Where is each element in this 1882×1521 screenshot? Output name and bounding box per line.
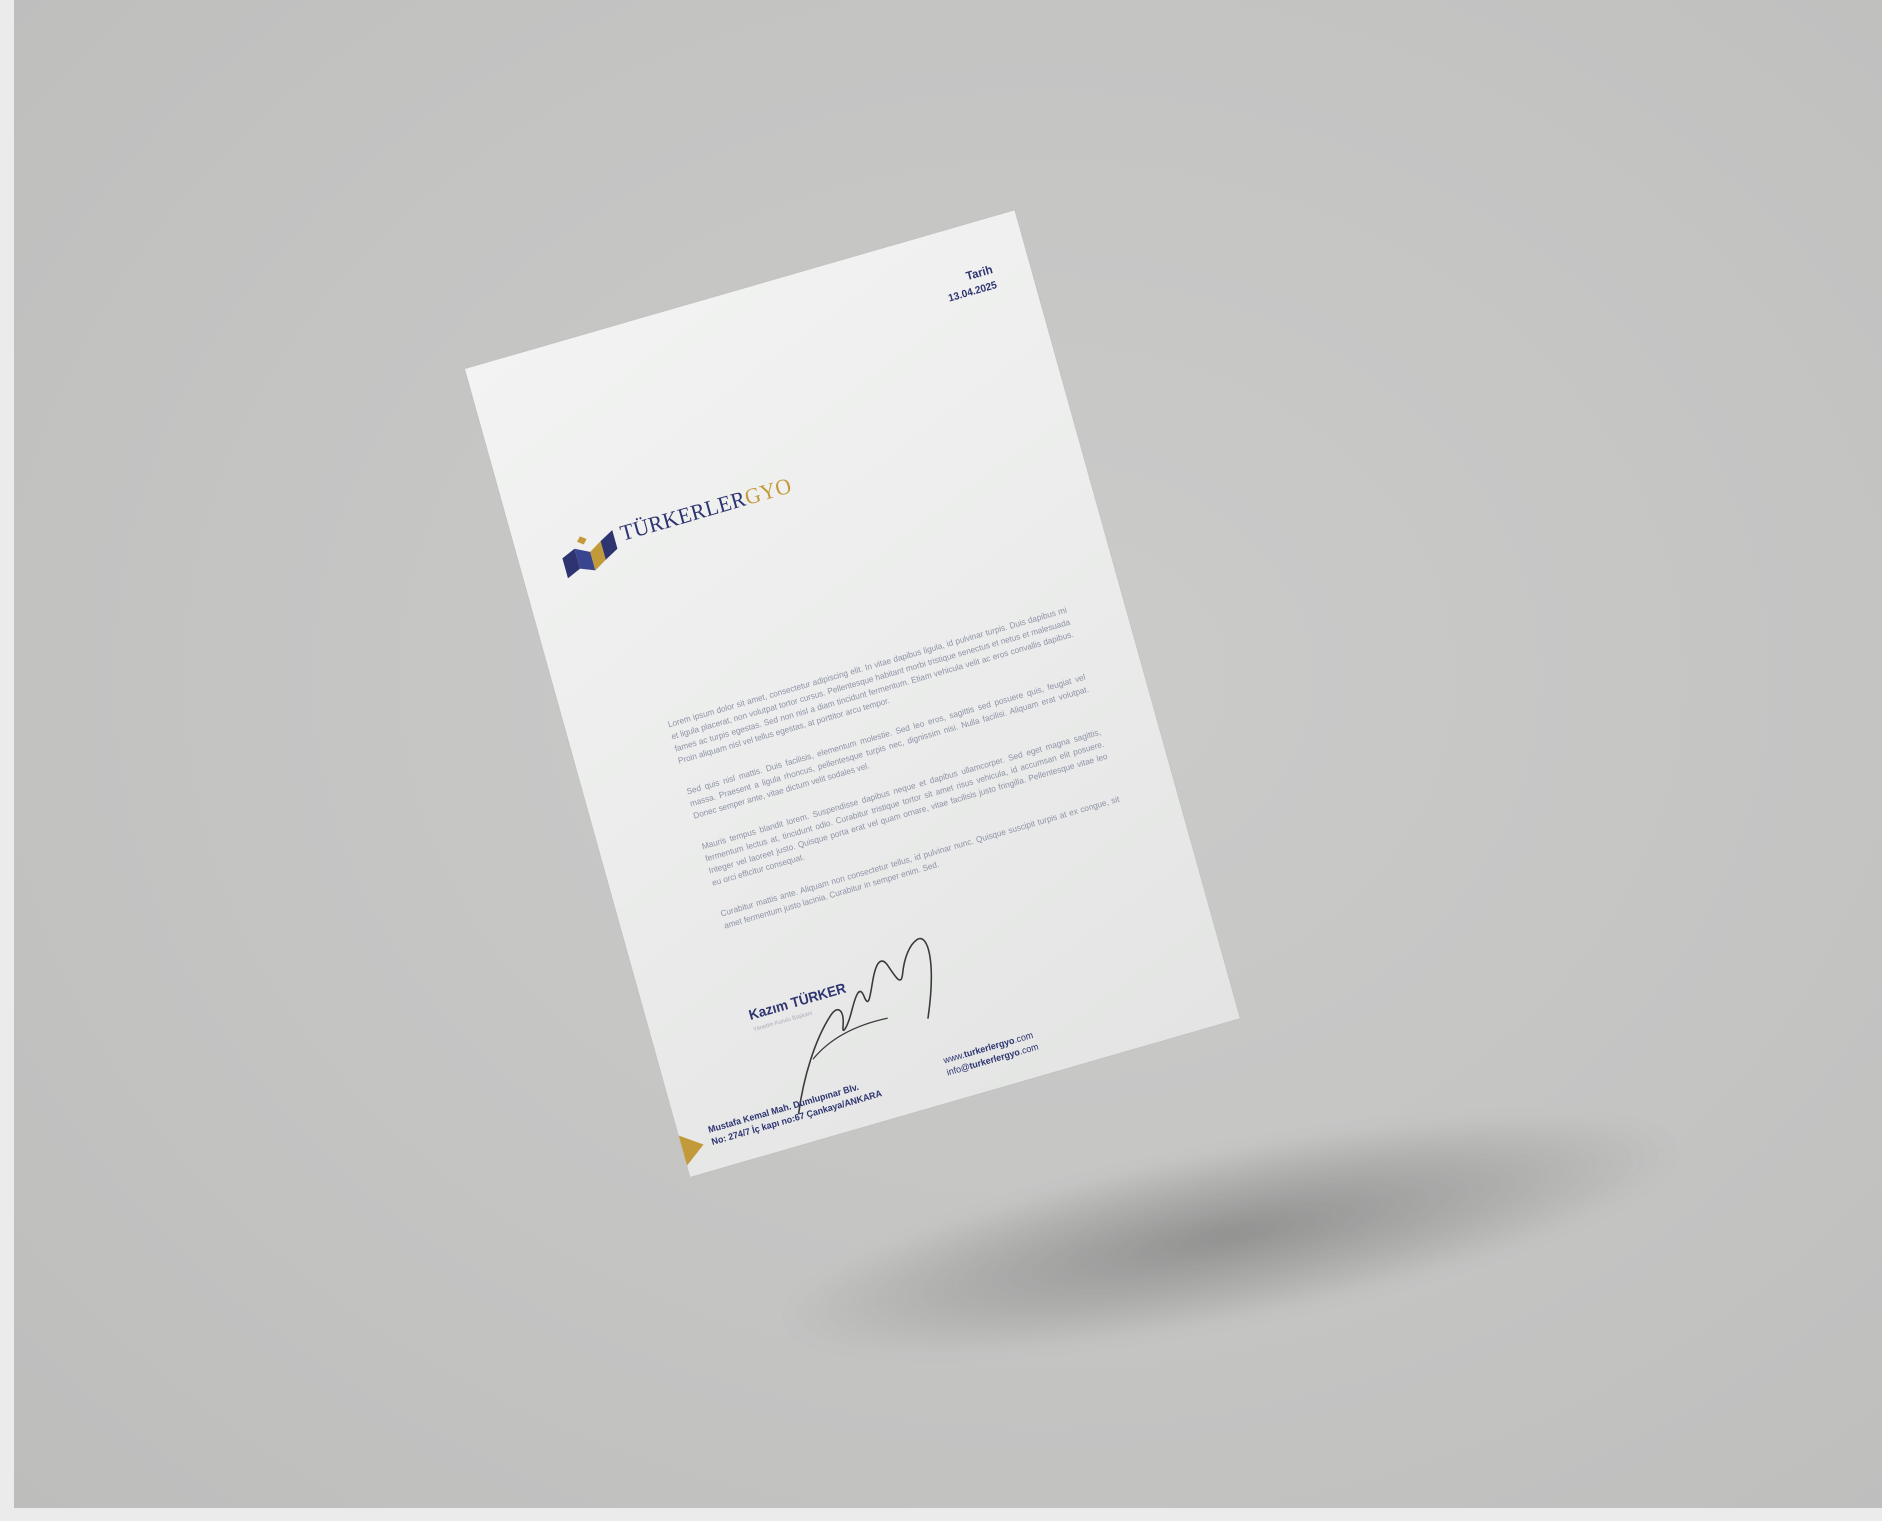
- company-name: TÜRKERLERGYO: [618, 473, 795, 546]
- company-logo: TÜRKERLERGYO: [556, 468, 803, 585]
- photo-stage: TÜRKERLERGYO Tarih 13.04.2025 Lorem ipsu…: [0, 0, 1882, 1521]
- company-logo-mark-icon: [562, 530, 618, 579]
- company-name-main: TÜRKERLER: [617, 486, 749, 546]
- company-name-suffix: GYO: [742, 473, 795, 510]
- date-block: Tarih 13.04.2025: [943, 263, 998, 303]
- letter-body: Lorem ipsum dolor sit amet, consectetur …: [667, 604, 1130, 951]
